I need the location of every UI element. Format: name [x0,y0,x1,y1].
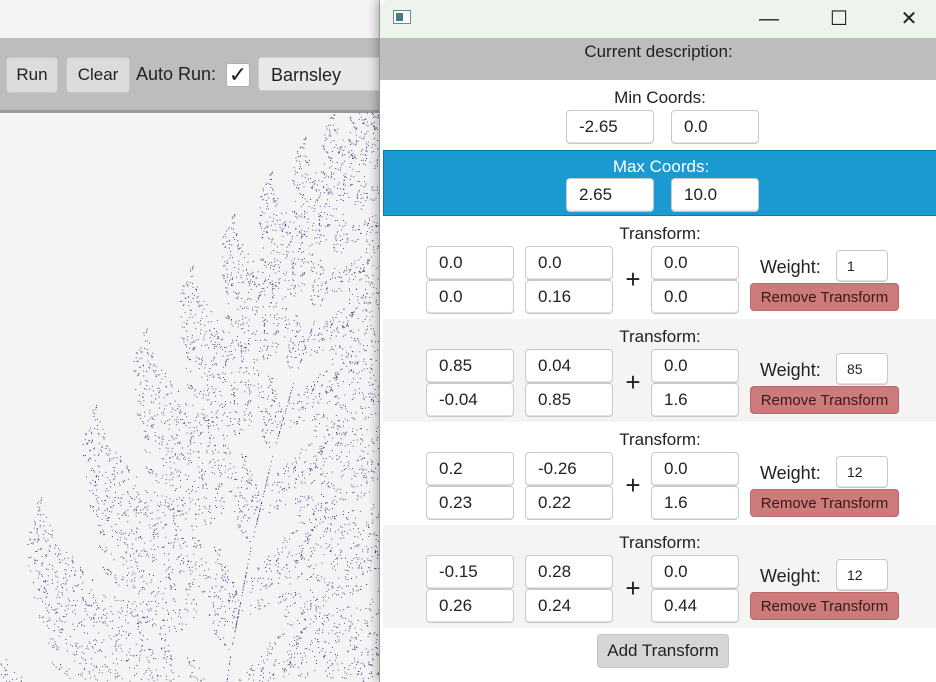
fern-points [0,113,380,682]
transform-label: Transform: [619,327,701,346]
weight-label: Weight: [760,566,821,586]
description-editor-window: — ☐ ✕ Current description: Min Coords: -… [379,0,936,682]
max-coords-label: Max Coords: [612,157,710,176]
matrix-b-input[interactable]: 0.28 [525,555,613,589]
matrix-d-input[interactable]: 0.24 [525,589,613,623]
matrix-c-input[interactable]: 0.23 [426,486,514,520]
transform-label: Transform: [619,533,701,552]
weight-label: Weight: [760,257,821,277]
weight-input[interactable]: 1 [836,250,888,282]
plus-sign: + [625,573,641,603]
matrix-a-input[interactable]: 0.2 [426,452,514,486]
weight-input[interactable]: 12 [836,559,888,591]
plus-sign: + [625,470,641,500]
matrix-d-input[interactable]: 0.16 [525,280,613,314]
app-icon [393,10,411,24]
window-titlebar[interactable]: — ☐ ✕ [380,0,936,38]
auto-run-checkbox[interactable]: ✓ [226,63,250,87]
weight-label: Weight: [760,463,821,483]
plus-sign: + [625,367,641,397]
matrix-b-input[interactable]: 0.0 [525,246,613,280]
plus-sign: + [625,264,641,294]
clear-button[interactable]: Clear [66,57,130,93]
max-x-input[interactable]: 2.65 [566,178,654,212]
matrix-a-input[interactable]: -0.15 [426,555,514,589]
transform-section-3: Transform: 0.2 -0.26 0.23 0.22 + 0.0 1.6… [383,422,936,525]
remove-transform-button[interactable]: Remove Transform [750,489,899,517]
current-description-label: Current description: [584,42,733,61]
matrix-d-input[interactable]: 0.22 [525,486,613,520]
offset-f-input[interactable]: 1.6 [651,383,739,417]
offset-e-input[interactable]: 0.0 [651,555,739,589]
matrix-c-input[interactable]: 0.26 [426,589,514,623]
run-button[interactable]: Run [6,57,58,93]
add-transform-button[interactable]: Add Transform [597,634,729,668]
min-x-input[interactable]: -2.65 [566,110,654,144]
matrix-a-input[interactable]: 0.85 [426,349,514,383]
matrix-a-input[interactable]: 0.0 [426,246,514,280]
main-toolbar: Run Clear Auto Run: ✓ Barnsley [0,38,398,113]
max-coords-section: Max Coords: 2.65 10.0 [383,150,936,216]
close-icon[interactable]: ✕ [886,0,932,38]
remove-transform-button[interactable]: Remove Transform [750,386,899,414]
transform-label: Transform: [619,224,701,243]
transform-section-1: Transform: 0.0 0.0 0.0 0.16 + 0.0 0.0 We… [383,216,936,319]
offset-e-input[interactable]: 0.0 [651,452,739,486]
offset-f-input[interactable]: 1.6 [651,486,739,520]
weight-label: Weight: [760,360,821,380]
remove-transform-button[interactable]: Remove Transform [750,592,899,620]
matrix-b-input[interactable]: -0.26 [525,452,613,486]
min-y-input[interactable]: 0.0 [671,110,759,144]
maximize-icon[interactable]: ☐ [816,0,862,38]
offset-f-input[interactable]: 0.44 [651,589,739,623]
matrix-b-input[interactable]: 0.04 [525,349,613,383]
fractal-select[interactable]: Barnsley [258,57,398,91]
matrix-c-input[interactable]: 0.0 [426,280,514,314]
remove-transform-button[interactable]: Remove Transform [750,283,899,311]
min-coords-label: Min Coords: [614,88,706,107]
min-coords-section: Min Coords: -2.65 0.0 [383,80,936,150]
auto-run-label: Auto Run: [136,64,217,84]
transform-section-2: Transform: 0.85 0.04 -0.04 0.85 + 0.0 1.… [383,319,936,422]
description-header: Current description: [380,38,936,80]
max-y-input[interactable]: 10.0 [671,178,759,212]
weight-input[interactable]: 12 [836,456,888,488]
transform-section-4: Transform: -0.15 0.28 0.26 0.24 + 0.0 0.… [383,525,936,628]
offset-f-input[interactable]: 0.0 [651,280,739,314]
barnsley-fern-drawing [0,113,380,682]
offset-e-input[interactable]: 0.0 [651,349,739,383]
offset-e-input[interactable]: 0.0 [651,246,739,280]
matrix-d-input[interactable]: 0.85 [525,383,613,417]
weight-input[interactable]: 85 [836,353,888,385]
matrix-c-input[interactable]: -0.04 [426,383,514,417]
minimize-icon[interactable]: — [746,0,792,38]
transform-label: Transform: [619,430,701,449]
fractal-canvas[interactable] [0,113,380,682]
